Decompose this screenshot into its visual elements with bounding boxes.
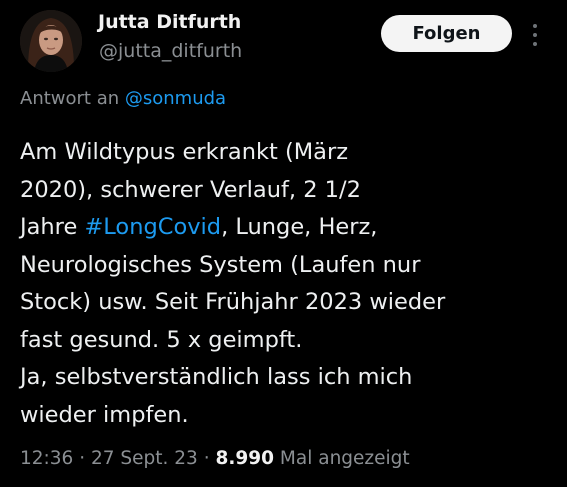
- tweet-text-line: 2020), schwerer Verlauf, 2 1/2: [20, 176, 361, 203]
- more-vertical-icon[interactable]: [528, 22, 542, 48]
- user-handle[interactable]: @jutta_ditfurth: [99, 40, 242, 62]
- tweet-text-line: fast gesund. 5 x geimpft.: [20, 326, 303, 353]
- tweet-time[interactable]: 12:36: [20, 448, 73, 469]
- meta-separator: ·: [197, 448, 216, 469]
- tweet-text-line: Stock) usw. Seit Frühjahr 2023 wieder: [20, 289, 446, 315]
- avatar[interactable]: [20, 10, 82, 72]
- reply-context: Antwort an @sonmuda: [20, 88, 226, 109]
- user-name[interactable]: Jutta Ditfurth: [98, 11, 241, 33]
- tweet-text: Am Wildtypus erkrankt (März 2020), schwe…: [20, 134, 555, 434]
- reply-mention-link[interactable]: @sonmuda: [125, 88, 226, 109]
- follow-button[interactable]: Folgen: [381, 15, 512, 52]
- view-count: 8.990: [215, 448, 275, 469]
- view-count-label: Mal angezeigt: [274, 448, 410, 469]
- tweet-text-line: Am Wildtypus erkrankt (März: [20, 139, 349, 165]
- tweet-text-fragment: , Lunge, Herz,: [221, 214, 378, 240]
- tweet-text-line: Jahre #LongCovid, Lunge, Herz,: [20, 209, 555, 247]
- tweet-text-line: Ja, selbstverständlich lass ich mich: [20, 364, 413, 390]
- more-vertical-icon-graphic: [533, 24, 537, 46]
- hashtag-link[interactable]: #LongCovid: [84, 214, 221, 240]
- follow-button-label: Folgen: [412, 23, 481, 44]
- tweet-text-line: Neurologisches System (Laufen nur: [20, 251, 421, 278]
- tweet: Jutta Ditfurth @jutta_ditfurth Folgen An…: [0, 0, 567, 487]
- tweet-text-line: wieder impfen.: [20, 401, 189, 428]
- meta-separator: ·: [73, 448, 91, 469]
- tweet-date[interactable]: 27 Sept. 23: [91, 448, 198, 469]
- reply-prefix: Antwort an: [20, 88, 120, 109]
- tweet-meta: 12:36 · 27 Sept. 23 · 8.990 Mal angezeig…: [20, 448, 410, 469]
- avatar-image: [20, 10, 82, 72]
- tweet-text-fragment: Jahre: [20, 214, 85, 240]
